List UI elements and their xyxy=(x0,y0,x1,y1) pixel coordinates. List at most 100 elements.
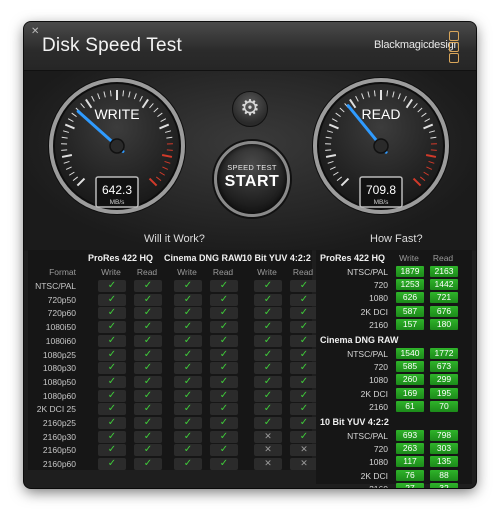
read-speed-cell: 673 xyxy=(430,361,458,373)
check-icon: ✓ xyxy=(299,430,309,442)
check-icon: ✓ xyxy=(299,307,309,319)
check-icon: ✓ xyxy=(107,389,117,401)
resolution-label: 2160 xyxy=(316,484,388,488)
read-speed-cell: 1772 xyxy=(430,348,458,359)
check-icon: ✓ xyxy=(183,389,193,401)
check-icon: ✓ xyxy=(183,362,193,374)
cross-icon: ✕ xyxy=(300,445,308,456)
blackmagic-logo-icon xyxy=(449,31,459,63)
read-gauge-label: READ xyxy=(362,106,401,122)
read-speed-cell: 32 xyxy=(430,482,458,488)
write-speed-unit: MB/s xyxy=(110,199,126,206)
resolution-label: 1080 xyxy=(369,293,388,304)
how-fast-heading: How Fast? xyxy=(370,233,423,245)
check-icon: ✓ xyxy=(183,280,193,291)
check-icon: ✓ xyxy=(219,321,229,333)
check-icon: ✓ xyxy=(107,375,117,387)
resolution-label: 2160 xyxy=(369,401,388,412)
read-gauge: READ 709.8 MB/s xyxy=(312,77,450,215)
check-icon: ✓ xyxy=(263,375,273,387)
resolution-label: 1080 xyxy=(369,457,388,468)
check-icon: ✓ xyxy=(143,444,153,456)
read-speed-cell: 2163 xyxy=(430,266,458,277)
format-label: 2160p30 xyxy=(42,431,76,442)
check-icon: ✓ xyxy=(143,458,153,470)
resolution-label: 2K DCI xyxy=(360,306,388,317)
will-it-work-heading: Will it Work? xyxy=(144,233,205,245)
read-speed-cell: 798 xyxy=(430,430,458,441)
format-label: 2160p60 xyxy=(42,459,76,470)
codec-header: 10 Bit YUV 4:2:2 xyxy=(242,253,311,263)
write-speed-cell: 27 xyxy=(396,482,424,488)
start-button-label: START xyxy=(224,173,280,190)
check-icon: ✓ xyxy=(143,348,153,360)
read-speed-cell: 303 xyxy=(430,443,458,455)
check-icon: ✓ xyxy=(107,280,117,291)
check-icon: ✓ xyxy=(143,430,153,442)
resolution-label: 720 xyxy=(373,280,388,291)
check-icon: ✓ xyxy=(263,417,273,428)
format-label: 720p60 xyxy=(47,308,76,319)
check-icon: ✓ xyxy=(299,293,309,305)
read-speed-cell: 180 xyxy=(430,318,458,330)
check-icon: ✓ xyxy=(107,321,117,333)
format-label: 1080i50 xyxy=(45,322,76,333)
check-icon: ✓ xyxy=(219,444,229,456)
read-speed-unit: MB/s xyxy=(374,199,390,206)
check-icon: ✓ xyxy=(219,334,229,346)
start-button[interactable]: SPEED TEST START xyxy=(214,141,290,217)
title-bar[interactable]: ✕ Disk Speed Test Blackmagicdesign xyxy=(24,22,476,71)
format-label: 2K DCI 25 xyxy=(36,404,76,415)
check-icon: ✓ xyxy=(183,307,193,319)
check-icon: ✓ xyxy=(107,417,117,428)
check-icon: ✓ xyxy=(183,403,193,415)
format-label: 1080p25 xyxy=(42,349,76,360)
codec-header: Cinema DNG RAW xyxy=(164,253,243,263)
check-icon: ✓ xyxy=(219,458,229,470)
read-speed-cell: 88 xyxy=(430,469,458,481)
read-speed-cell: 1442 xyxy=(430,279,458,291)
section-headers: Will it Work? How Fast? xyxy=(24,227,476,247)
check-icon: ✓ xyxy=(263,362,273,374)
check-icon: ✓ xyxy=(219,375,229,387)
check-icon: ✓ xyxy=(299,280,309,291)
write-speed-cell: 263 xyxy=(396,443,424,455)
check-icon: ✓ xyxy=(107,458,117,470)
codec-section-header: Cinema DNG RAW xyxy=(320,335,399,345)
resolution-label: 720 xyxy=(373,362,388,373)
check-icon: ✓ xyxy=(143,403,153,415)
codec-header: ProRes 422 HQ xyxy=(88,253,154,263)
format-label: 2160p25 xyxy=(42,418,76,428)
check-icon: ✓ xyxy=(107,307,117,319)
check-icon: ✓ xyxy=(263,403,273,415)
close-icon[interactable]: ✕ xyxy=(31,27,40,37)
write-subheader: Write xyxy=(399,253,419,263)
check-icon: ✓ xyxy=(183,293,193,305)
read-speed-cell: 70 xyxy=(430,400,458,412)
check-icon: ✓ xyxy=(299,417,309,428)
settings-gear-icon[interactable]: ⚙ xyxy=(232,91,268,127)
check-icon: ✓ xyxy=(219,362,229,374)
read-subheader: Read xyxy=(136,267,158,277)
write-speed-cell: 587 xyxy=(396,305,424,317)
read-speed-cell: 195 xyxy=(430,387,458,399)
resolution-label: 720 xyxy=(373,444,388,455)
resolution-label: 2K DCI xyxy=(360,388,388,399)
write-speed-cell: 117 xyxy=(396,456,424,468)
read-subheader: Read xyxy=(292,267,314,277)
check-icon: ✓ xyxy=(143,307,153,319)
check-icon: ✓ xyxy=(183,417,193,428)
resolution-label: NTSC/PAL xyxy=(347,349,388,359)
write-subheader: Write xyxy=(257,267,277,277)
check-icon: ✓ xyxy=(263,321,273,333)
check-icon: ✓ xyxy=(143,362,153,374)
check-icon: ✓ xyxy=(143,293,153,305)
read-subheader: Read xyxy=(432,253,454,263)
check-icon: ✓ xyxy=(219,417,229,428)
app-title: Disk Speed Test xyxy=(42,35,182,56)
check-icon: ✓ xyxy=(143,389,153,401)
gauge-area: WRITE 642.3 MB/s ⚙ SPEED TEST START READ… xyxy=(24,71,476,251)
disk-speed-test-window: ✕ Disk Speed Test Blackmagicdesign WRITE… xyxy=(24,22,476,488)
check-icon: ✓ xyxy=(299,334,309,346)
format-label: NTSC/PAL xyxy=(35,281,76,291)
